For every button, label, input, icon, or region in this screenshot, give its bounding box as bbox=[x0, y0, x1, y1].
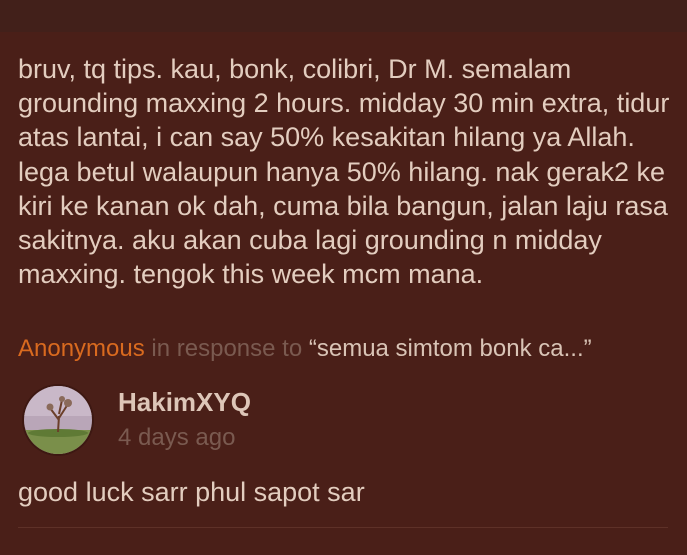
comment-author-link[interactable]: Anonymous bbox=[18, 335, 145, 362]
reply-body: good luck sarr phul sapot sar bbox=[18, 477, 365, 507]
reply-timestamp: 4 days ago bbox=[118, 424, 236, 451]
in-response-to-label: in response to bbox=[151, 335, 303, 362]
avatar[interactable] bbox=[24, 386, 92, 454]
divider bbox=[18, 527, 668, 528]
quoted-comment-link[interactable]: “semua simtom bonk ca...” bbox=[309, 335, 592, 362]
avatar-tree-photo-icon bbox=[24, 386, 92, 454]
top-bar bbox=[0, 0, 687, 32]
reply-author-name[interactable]: HakimXYQ bbox=[118, 386, 251, 418]
comment-body: bruv, tq tips. kau, bonk, colibri, Dr M.… bbox=[18, 54, 670, 290]
comment-meta: Anonymous in response to “semua simtom b… bbox=[18, 334, 592, 364]
